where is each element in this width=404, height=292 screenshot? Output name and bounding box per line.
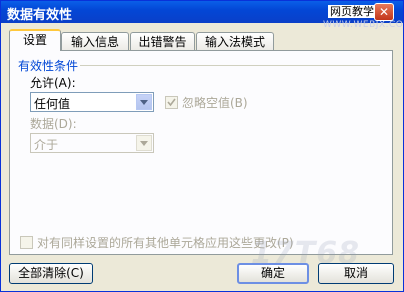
title-bar[interactable]: 数据有效性 网页教学网 WWW.WEBJX.COM ✕ bbox=[1, 1, 403, 30]
apply-all-checkbox[interactable] bbox=[20, 236, 33, 249]
allow-select[interactable]: 任何值 bbox=[30, 92, 154, 112]
settings-panel: 有效性条件 允许(A): 任何值 忽略空值(B) 数据(D): 介于 对有同样设… bbox=[9, 50, 393, 255]
site-url: WWW.WEBJX.COM bbox=[323, 20, 404, 30]
ignore-blank-label: 忽略空值(B) bbox=[182, 96, 248, 110]
group-title: 有效性条件 bbox=[18, 59, 79, 73]
clear-all-button[interactable]: 全部清除(C) bbox=[9, 263, 93, 284]
close-button[interactable]: ✕ bbox=[374, 3, 394, 21]
dialog-title: 数据有效性 bbox=[7, 8, 73, 23]
ok-button[interactable]: 确定 bbox=[237, 263, 309, 284]
data-value: 介于 bbox=[34, 138, 59, 152]
group-divider bbox=[80, 65, 380, 66]
chevron-down-icon[interactable] bbox=[136, 94, 152, 110]
tab-ime-mode[interactable]: 输入法模式 bbox=[196, 32, 274, 50]
tab-input-message[interactable]: 输入信息 bbox=[61, 32, 129, 50]
data-validation-dialog: 数据有效性 网页教学网 WWW.WEBJX.COM ✕ 设置 输入信息 出错警告… bbox=[0, 0, 404, 292]
data-label: 数据(D): bbox=[30, 117, 77, 131]
data-select[interactable]: 介于 bbox=[30, 133, 154, 153]
tab-error-alert[interactable]: 出错警告 bbox=[130, 32, 195, 50]
ignore-blank-checkbox[interactable] bbox=[165, 96, 178, 109]
allow-label: 允许(A): bbox=[30, 76, 76, 90]
tab-settings[interactable]: 设置 bbox=[9, 29, 61, 51]
allow-value: 任何值 bbox=[34, 97, 71, 111]
chevron-down-icon[interactable] bbox=[136, 135, 152, 151]
cancel-button[interactable]: 取消 bbox=[318, 263, 394, 284]
